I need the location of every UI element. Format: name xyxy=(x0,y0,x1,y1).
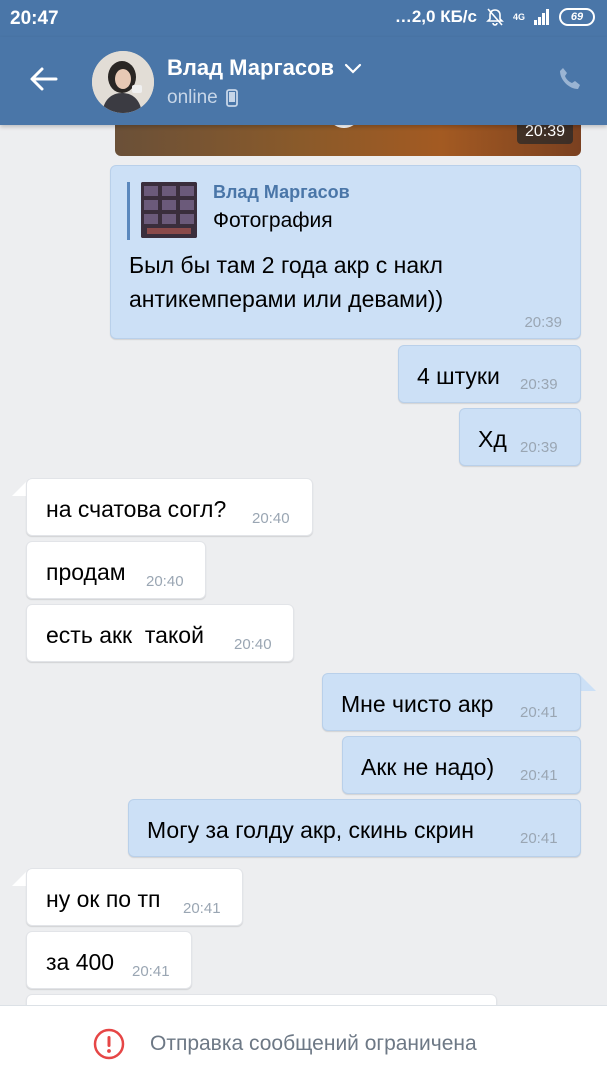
message-text-line: Был бы там 2 года акр с накл xyxy=(129,252,443,278)
message-time: 20:39 xyxy=(520,439,558,456)
contact-name: Влад Маргасов xyxy=(167,55,335,80)
message-bubble-in[interactable]: за 400 20:41 xyxy=(26,931,192,989)
contact-name-row[interactable]: Влад Маргасов xyxy=(167,55,362,81)
message-text: Хд xyxy=(478,426,507,452)
chevron-down-icon xyxy=(344,63,362,74)
message-text: Могу за голду акр, скинь скрин xyxy=(147,817,474,843)
message-time: 20:40 xyxy=(252,510,290,527)
message-bubble-out[interactable]: Акк не надо) 20:41 xyxy=(342,736,581,794)
message-bubble-out[interactable]: Могу за голду акр, скинь скрин 20:41 xyxy=(128,799,581,857)
status-bar: 20:47 …2,0 КБ/с 4G 69 xyxy=(0,0,607,37)
message-time: 20:39 xyxy=(516,125,573,144)
network-gen: 4G xyxy=(512,11,525,22)
status-indicators: …2,0 КБ/с 4G 69 xyxy=(395,7,595,27)
message-bubble-in[interactable]: есть акк такой 20:40 xyxy=(26,604,294,662)
chat-header: Влад Маргасов online xyxy=(0,37,607,125)
network-speed: …2,0 КБ/с xyxy=(394,7,477,26)
message-bubble-in-partial[interactable] xyxy=(26,994,497,1005)
message-bubble-out[interactable]: 4 штуки 20:39 xyxy=(398,345,581,403)
reply-author: Влад Маргасов xyxy=(213,182,350,202)
message-bubble-reply[interactable]: Влад Маргасов Фотография Был бы там 2 го… xyxy=(110,165,581,339)
messaging-restricted-notice: Отправка сообщений ограничена xyxy=(150,1032,477,1055)
warning-icon xyxy=(93,1028,125,1060)
message-text: есть акк такой xyxy=(46,622,204,648)
message-bubble-out[interactable]: Мне чисто акр 20:41 xyxy=(322,673,581,731)
message-text-line: антикемперами или девами)) xyxy=(129,286,444,312)
message-text: ну ок по тп xyxy=(46,886,161,912)
message-time: 20:41 xyxy=(520,767,558,784)
phone-icon[interactable] xyxy=(555,65,585,95)
message-time: 20:40 xyxy=(234,636,272,653)
message-time: 20:41 xyxy=(520,830,558,847)
photo-message[interactable]: 20:39 xyxy=(115,125,581,156)
message-time: 20:39 xyxy=(520,376,558,393)
reply-photo-thumbnail[interactable] xyxy=(141,182,197,238)
message-text: продам xyxy=(46,559,126,585)
message-bubble-in[interactable]: на счатова согл? 20:40 xyxy=(26,478,313,536)
message-time: 20:41 xyxy=(183,900,221,917)
composer-disabled-bar: Отправка сообщений ограничена xyxy=(0,1005,607,1080)
message-bubble-in[interactable]: ну ок по тп 20:41 xyxy=(26,868,243,926)
contact-status: online xyxy=(167,87,218,108)
message-text: Мне чисто акр xyxy=(341,691,494,717)
message-time: 20:39 xyxy=(524,314,562,331)
message-list[interactable]: 20:39 Влад Маргасов Фотография Был бы та… xyxy=(0,125,607,1005)
photo-overlay-button xyxy=(327,125,361,128)
message-text: 4 штуки xyxy=(417,363,500,389)
mobile-icon xyxy=(225,89,238,107)
message-bubble-in[interactable]: продам 20:40 xyxy=(26,541,206,599)
status-time: 20:47 xyxy=(10,8,59,29)
avatar[interactable] xyxy=(92,51,154,113)
mute-bell-icon xyxy=(486,8,504,26)
message-time: 20:40 xyxy=(146,573,184,590)
signal-icon xyxy=(534,9,549,25)
message-time: 20:41 xyxy=(520,704,558,721)
message-text: Акк не надо) xyxy=(361,754,495,780)
message-text: за 400 xyxy=(46,949,115,975)
message-bubble-out[interactable]: Хд 20:39 xyxy=(459,408,581,466)
contact-status-row: online xyxy=(167,87,238,109)
message-text: на счатова согл? xyxy=(46,496,227,522)
reply-kind: Фотография xyxy=(213,209,333,232)
reply-indicator xyxy=(127,182,130,240)
message-time: 20:41 xyxy=(132,963,170,980)
battery-icon: 69 xyxy=(559,8,595,26)
back-arrow-icon[interactable] xyxy=(26,61,62,97)
